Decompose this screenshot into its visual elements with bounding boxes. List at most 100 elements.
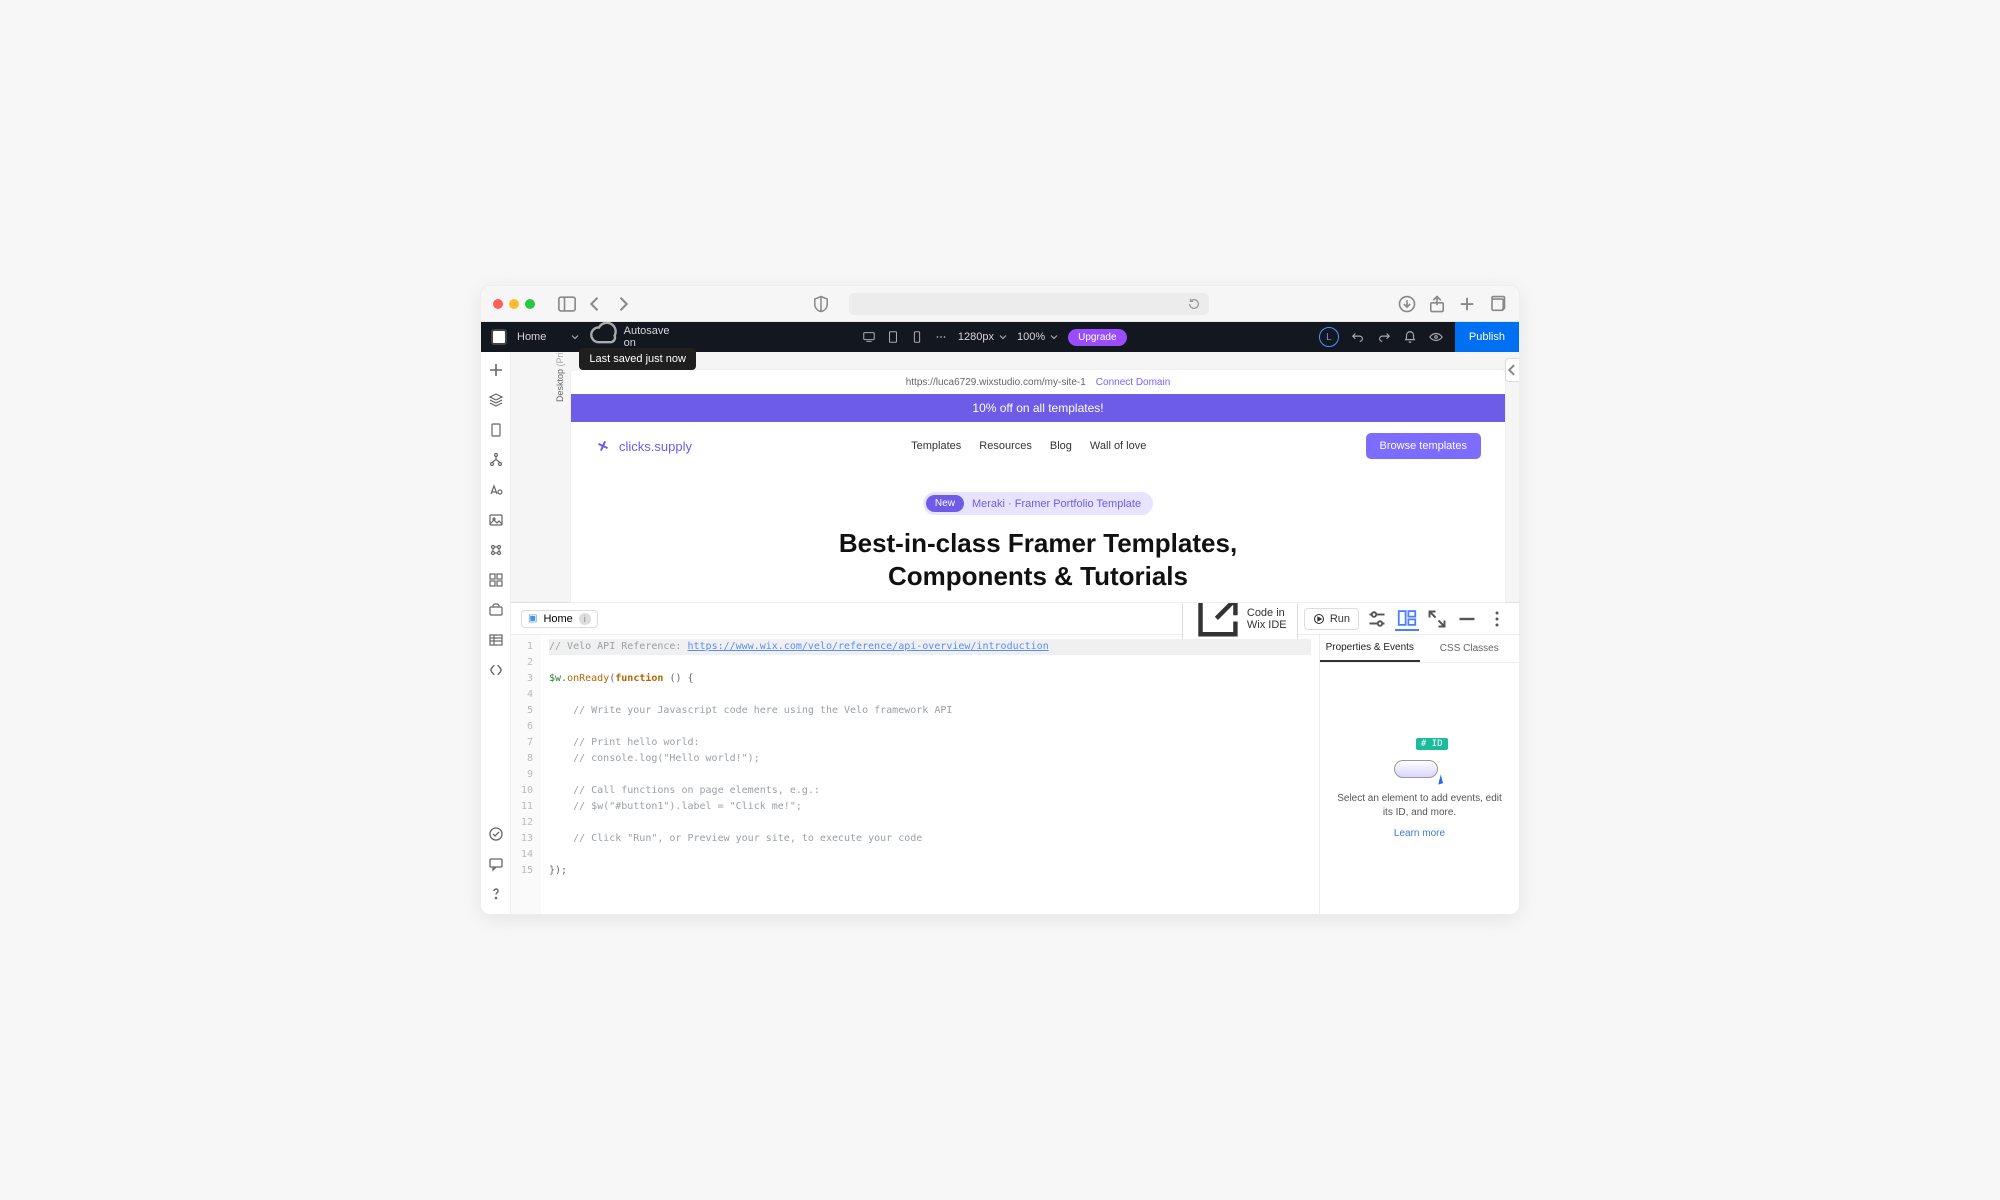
workspace: Desktop (Primary) ▫ https://luca6729.wix… <box>481 352 1519 914</box>
notifications-icon[interactable] <box>1403 330 1417 344</box>
media-icon[interactable] <box>488 512 504 528</box>
panel-more-icon[interactable] <box>1485 607 1509 631</box>
zoom-value: 100% <box>1017 331 1045 343</box>
preview-icon[interactable] <box>1429 330 1443 344</box>
shield-icon[interactable] <box>811 294 831 314</box>
hero: New Meraki · Framer Portfolio Template B… <box>571 470 1505 602</box>
upgrade-button[interactable]: Upgrade <box>1068 329 1126 346</box>
minimize-panel-icon[interactable] <box>1455 607 1479 631</box>
device-mobile-icon[interactable] <box>910 330 924 344</box>
traffic-lights <box>493 299 535 309</box>
learn-more-link[interactable]: Learn more <box>1394 828 1445 839</box>
nav-link-blog[interactable]: Blog <box>1050 440 1072 452</box>
panel-tabs: Properties & Events CSS Classes <box>1320 635 1519 663</box>
code-settings-icon[interactable] <box>1365 607 1389 631</box>
browser-window: Home Autosave on Last saved just now 128… <box>480 285 1520 915</box>
site-preview[interactable]: https://luca6729.wixstudio.com/my-site-1… <box>571 370 1505 602</box>
autosave-label: Autosave on <box>624 325 670 349</box>
run-button[interactable]: Run <box>1304 608 1359 630</box>
sidebar-toggle-icon[interactable] <box>557 294 577 314</box>
properties-panel-icon[interactable] <box>1395 607 1419 631</box>
layers-icon[interactable] <box>488 392 504 408</box>
window-minimize-icon[interactable] <box>509 299 519 309</box>
viewport-width-selector[interactable]: 1280px <box>958 331 1007 343</box>
brand-name: clicks.supply <box>619 439 692 454</box>
connect-domain-link[interactable]: Connect Domain <box>1096 377 1170 388</box>
device-desktop-icon[interactable] <box>862 330 876 344</box>
new-tab-icon[interactable] <box>1457 294 1477 314</box>
code-section: ▣ Home i Code in Wix IDE Run <box>511 602 1519 914</box>
help-icon[interactable] <box>488 886 504 902</box>
left-rail <box>481 352 511 914</box>
pill-text: Meraki · Framer Portfolio Template <box>972 498 1141 510</box>
redo-icon[interactable] <box>1377 330 1391 344</box>
code-body: 123456789101112131415 // Velo API Refere… <box>511 635 1519 914</box>
comments-icon[interactable] <box>488 856 504 872</box>
hero-pill[interactable]: New Meraki · Framer Portfolio Template <box>923 492 1153 515</box>
id-box-icon <box>1394 760 1438 778</box>
app-logo-icon[interactable] <box>491 329 507 345</box>
tab-properties-events[interactable]: Properties & Events <box>1320 635 1420 662</box>
site-structure-icon[interactable] <box>488 452 504 468</box>
api-reference-link[interactable]: https://www.wix.com/velo/reference/api-o… <box>687 641 1048 652</box>
undo-icon[interactable] <box>1351 330 1365 344</box>
app-topbar: Home Autosave on Last saved just now 128… <box>481 322 1519 352</box>
device-tablet-icon[interactable] <box>886 330 900 344</box>
cms-icon[interactable] <box>488 542 504 558</box>
nav-back-icon[interactable] <box>585 294 605 314</box>
expand-panel-icon[interactable] <box>1425 607 1449 631</box>
cursor-icon <box>1435 775 1442 785</box>
apps-icon[interactable] <box>488 572 504 588</box>
zoom-selector[interactable]: 100% <box>1017 331 1058 343</box>
file-tab-icon: ▣ <box>528 613 537 624</box>
browser-url-bar[interactable] <box>849 293 1209 315</box>
site-brand[interactable]: clicks.supply <box>595 438 692 454</box>
user-avatar[interactable]: L <box>1319 327 1339 347</box>
code-file-tab[interactable]: ▣ Home i <box>521 610 598 628</box>
autosave-tooltip: Last saved just now <box>579 348 696 370</box>
properties-panel: Properties & Events CSS Classes # ID Sel… <box>1319 635 1519 914</box>
brand-mark-icon <box>595 438 611 454</box>
inspector-collapse-toggle[interactable] <box>1505 358 1519 382</box>
canvas-area: Desktop (Primary) ▫ https://luca6729.wix… <box>511 352 1519 602</box>
code-icon[interactable] <box>488 662 504 678</box>
typography-icon[interactable] <box>488 482 504 498</box>
window-zoom-icon[interactable] <box>525 299 535 309</box>
tab-css-classes[interactable]: CSS Classes <box>1420 635 1520 662</box>
nav-link-wall[interactable]: Wall of love <box>1090 440 1146 452</box>
nav-link-resources[interactable]: Resources <box>979 440 1032 452</box>
code-toolbar: ▣ Home i Code in Wix IDE Run <box>511 603 1519 635</box>
publish-button[interactable]: Publish <box>1455 322 1519 352</box>
pages-icon[interactable] <box>488 422 504 438</box>
share-icon[interactable] <box>1427 294 1447 314</box>
page-selector[interactable]: Home <box>517 331 579 343</box>
nav-forward-icon[interactable] <box>613 294 633 314</box>
hero-title: Best-in-class Framer Templates, Componen… <box>571 527 1505 592</box>
id-illustration: # ID <box>1390 738 1450 784</box>
breakpoint-label: Desktop (Primary) ▫ <box>555 352 565 402</box>
site-nav-links: Templates Resources Blog Wall of love <box>911 440 1146 452</box>
page-selector-label: Home <box>517 331 546 343</box>
database-icon[interactable] <box>488 632 504 648</box>
nav-link-templates[interactable]: Templates <box>911 440 961 452</box>
code-editor[interactable]: 123456789101112131415 // Velo API Refere… <box>511 635 1319 914</box>
autosave-status[interactable]: Autosave on Last saved just now <box>589 322 669 351</box>
preview-url-row: https://luca6729.wixstudio.com/my-site-1… <box>571 370 1505 394</box>
business-icon[interactable] <box>488 602 504 618</box>
refresh-icon[interactable] <box>1187 297 1201 311</box>
add-element-icon[interactable] <box>488 362 504 378</box>
device-more-icon[interactable] <box>934 330 948 344</box>
window-close-icon[interactable] <box>493 299 503 309</box>
check-icon[interactable] <box>488 826 504 842</box>
browse-templates-button[interactable]: Browse templates <box>1366 433 1481 459</box>
browser-chrome <box>481 286 1519 322</box>
site-nav: clicks.supply Templates Resources Blog W… <box>571 422 1505 470</box>
tabs-overview-icon[interactable] <box>1487 294 1507 314</box>
line-gutter: 123456789101112131415 <box>511 635 541 914</box>
panel-body: # ID Select an element to add events, ed… <box>1320 663 1519 914</box>
downloads-icon[interactable] <box>1397 294 1417 314</box>
viewport-width-value: 1280px <box>958 331 994 343</box>
code-lines[interactable]: // Velo API Reference: https://www.wix.c… <box>541 635 1319 914</box>
canvas-wrap: Desktop (Primary) ▫ https://luca6729.wix… <box>511 352 1519 914</box>
file-info-icon[interactable]: i <box>579 613 591 625</box>
